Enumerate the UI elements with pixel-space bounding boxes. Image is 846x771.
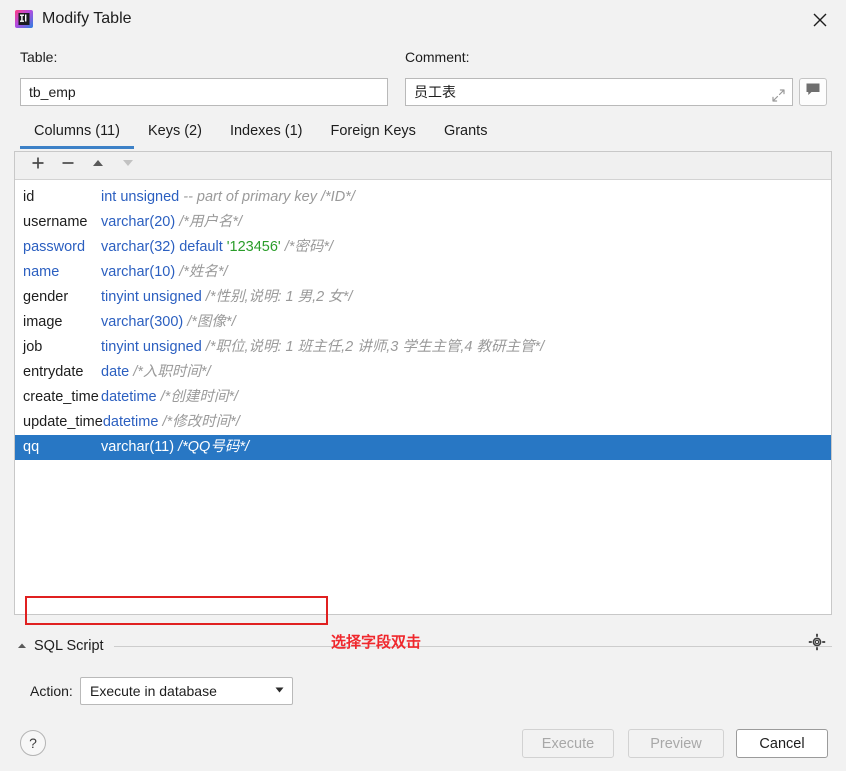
plus-icon [31, 156, 45, 175]
column-row[interactable]: imagevarchar(300) /*图像*/ [15, 310, 831, 335]
column-type: int unsigned [101, 189, 179, 205]
column-type: datetime [101, 389, 157, 405]
column-type: datetime [103, 414, 159, 430]
column-comment: /*修改时间*/ [162, 414, 239, 430]
column-row[interactable]: namevarchar(10) /*姓名*/ [15, 260, 831, 285]
column-default-value: '123456' [227, 239, 281, 255]
move-down-button [115, 155, 141, 177]
column-size: (10) [149, 264, 175, 280]
column-comment: /*QQ号码*/ [178, 439, 249, 455]
column-row[interactable]: entrydatedate /*入职时间*/ [15, 360, 831, 385]
column-default-keyword: default [179, 239, 223, 255]
move-up-button[interactable] [85, 155, 111, 177]
triangle-up-icon [91, 156, 105, 175]
close-icon[interactable] [808, 8, 832, 32]
comment-label: Comment: [405, 49, 470, 65]
chevron-down-icon [273, 683, 286, 699]
column-comment: /*入职时间*/ [133, 364, 210, 380]
tab-bar: Columns (11) Keys (2) Indexes (1) Foreig… [20, 120, 501, 150]
column-name: id [23, 185, 101, 210]
column-name: name [23, 260, 101, 285]
column-row[interactable]: qqvarchar(11) /*QQ号码*/ [15, 435, 831, 460]
annotation-highlight-box [25, 596, 328, 625]
column-name: password [23, 235, 101, 260]
column-type: tinyint unsigned [101, 339, 202, 355]
sql-script-header: SQL Script [14, 635, 832, 657]
column-name: gender [23, 285, 101, 310]
column-name: create_time [23, 385, 101, 410]
gear-icon[interactable] [806, 631, 828, 653]
column-name: update_time [23, 410, 103, 435]
column-type: tinyint unsigned [101, 289, 202, 305]
add-column-button[interactable] [25, 155, 51, 177]
comment-input[interactable]: 员工表 [405, 78, 793, 106]
preview-button[interactable]: Preview [628, 729, 724, 758]
column-comment: /*创建时间*/ [161, 389, 238, 405]
minus-icon [61, 156, 75, 175]
window-title: Modify Table [42, 9, 132, 29]
help-button[interactable]: ? [20, 730, 46, 756]
columns-panel: idint unsigned -- part of primary key /*… [14, 151, 832, 615]
column-type: varchar [101, 264, 149, 280]
column-comment: /*密码*/ [285, 239, 333, 255]
comment-value: 员工表 [414, 79, 764, 105]
column-comment: /*职位,说明: 1 班主任,2 讲师,3 学生主管,4 教研主管*/ [206, 339, 544, 355]
column-type: varchar [101, 214, 149, 230]
column-size: (300) [149, 314, 183, 330]
action-label: Action: [30, 683, 73, 699]
column-row[interactable]: gendertinyint unsigned /*性别,说明: 1 男,2 女*… [15, 285, 831, 310]
table-label: Table: [20, 49, 57, 65]
tab-columns[interactable]: Columns (11) [20, 120, 134, 149]
triangle-down-icon [121, 156, 135, 175]
tab-indexes[interactable]: Indexes (1) [216, 120, 317, 149]
action-dropdown-value: Execute in database [90, 683, 273, 699]
sql-script-title: SQL Script [34, 638, 104, 654]
speech-bubble-icon [805, 82, 821, 102]
column-comment: -- part of primary key /*ID*/ [183, 189, 355, 205]
modify-table-dialog: Modify Table Table: Comment: tb_emp 员工表 [0, 0, 846, 771]
column-row[interactable]: create_timedatetime /*创建时间*/ [15, 385, 831, 410]
column-size: (20) [149, 214, 175, 230]
intellij-logo-icon [14, 9, 34, 29]
columns-list: idint unsigned -- part of primary key /*… [15, 180, 831, 460]
execute-button[interactable]: Execute [522, 729, 614, 758]
column-comment: /*姓名*/ [179, 264, 227, 280]
column-row[interactable]: passwordvarchar(32) default '123456' /*密… [15, 235, 831, 260]
tab-keys[interactable]: Keys (2) [134, 120, 216, 149]
column-type: varchar [101, 314, 149, 330]
column-size: (11) [149, 439, 174, 455]
column-type: date [101, 364, 129, 380]
column-name: qq [23, 435, 101, 460]
triangle-up-icon[interactable] [14, 638, 30, 654]
column-row[interactable]: jobtinyint unsigned /*职位,说明: 1 班主任,2 讲师,… [15, 335, 831, 360]
column-name: image [23, 310, 101, 335]
column-row[interactable]: update_timedatetime /*修改时间*/ [15, 410, 831, 435]
column-type: varchar [101, 439, 149, 455]
column-name: job [23, 335, 101, 360]
tab-grants[interactable]: Grants [430, 120, 502, 149]
column-comment: /*性别,说明: 1 男,2 女*/ [206, 289, 353, 305]
column-name: entrydate [23, 360, 101, 385]
cancel-button[interactable]: Cancel [736, 729, 828, 758]
action-dropdown[interactable]: Execute in database [80, 677, 293, 705]
table-name-input[interactable]: tb_emp [20, 78, 388, 106]
column-comment: /*图像*/ [187, 314, 235, 330]
annotation-note: 选择字段双击 [331, 631, 421, 652]
column-comment: /*用户名*/ [179, 214, 242, 230]
remove-column-button[interactable] [55, 155, 81, 177]
column-row[interactable]: idint unsigned -- part of primary key /*… [15, 185, 831, 210]
tab-foreign-keys[interactable]: Foreign Keys [317, 120, 430, 149]
expand-icon[interactable] [771, 85, 786, 100]
table-name-value: tb_emp [29, 79, 379, 105]
column-name: username [23, 210, 101, 235]
columns-toolbar [15, 152, 831, 180]
column-row[interactable]: usernamevarchar(20) /*用户名*/ [15, 210, 831, 235]
section-divider [114, 646, 832, 647]
comment-editor-button[interactable] [799, 78, 827, 106]
column-size: (32) [149, 239, 175, 255]
column-type: varchar [101, 239, 149, 255]
title-bar: Modify Table [0, 0, 846, 40]
